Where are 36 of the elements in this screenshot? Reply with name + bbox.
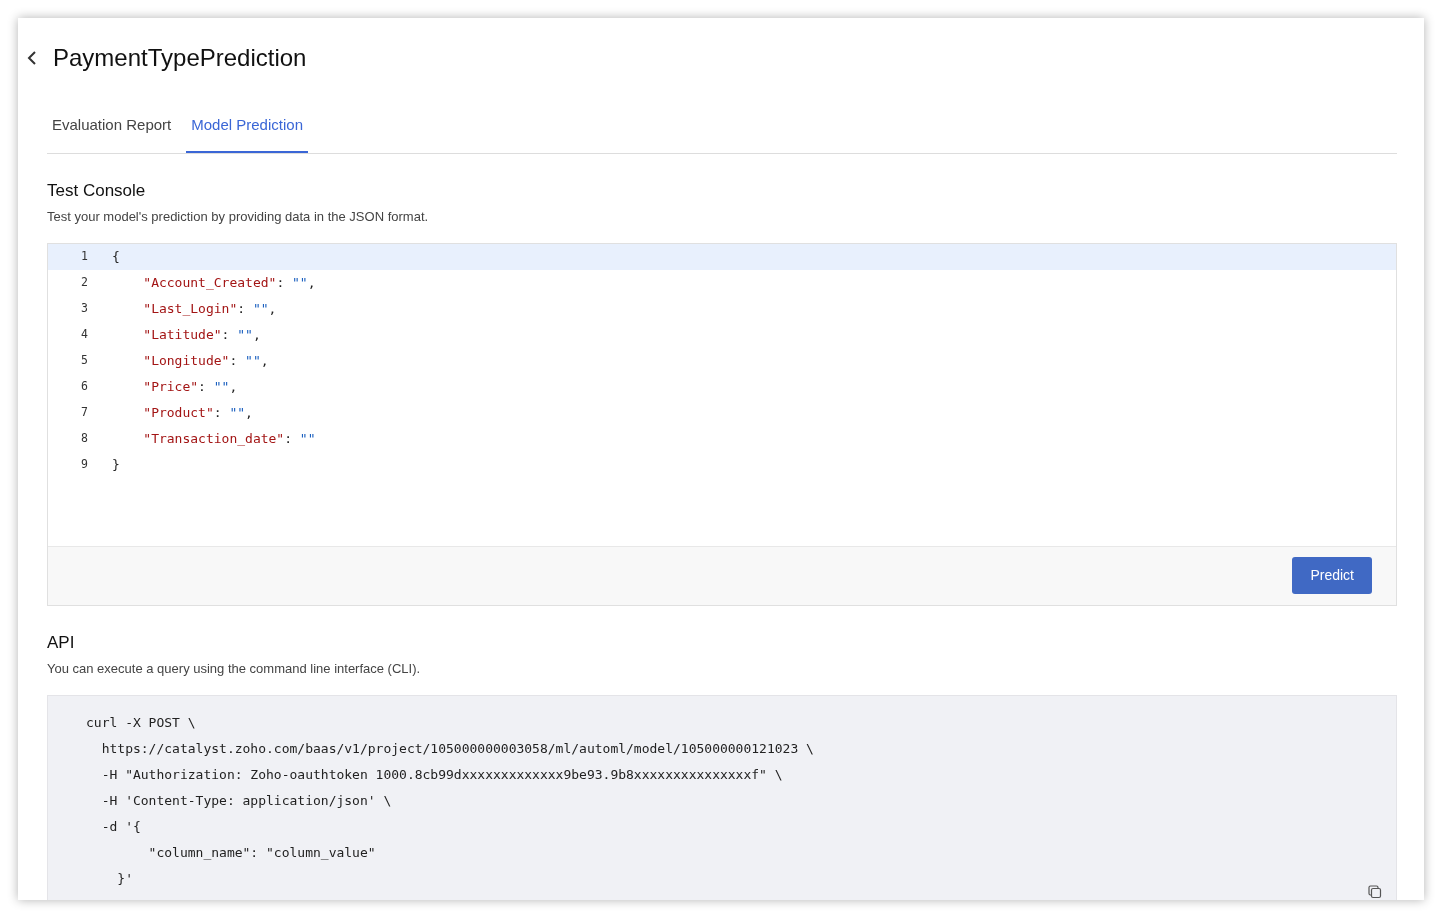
- code-line: "Transaction_date": "": [142, 429, 316, 448]
- section-description: You can execute a query using the command line interface (CLI).: [47, 660, 422, 678]
- section-title: API: [47, 631, 76, 654]
- line-number: 2: [80, 273, 89, 291]
- section-title: Test Console: [47, 179, 147, 202]
- code-line: }': [116, 869, 134, 888]
- code-line: https://catalyst.zoho.com/baas/v1/project/105000000003058/ml/automl/model/105000000121023 \: [100, 739, 815, 758]
- line-number: 3: [80, 299, 89, 317]
- copy-icon[interactable]: [1368, 884, 1382, 899]
- code-line: -H 'Content-Type: application/json' \: [100, 791, 393, 810]
- back-icon[interactable]: [27, 51, 37, 65]
- code-line: -d '{: [100, 817, 142, 836]
- line-number: 9: [80, 455, 89, 473]
- line-number: 7: [80, 403, 89, 421]
- line-number: 8: [80, 429, 89, 447]
- code-line: -H "Authorization: Zoho-oauthtoken 1000.8cb99dxxxxxxxxxxxxx9be93.9b8xxxxxxxxxxxxxxxf" \: [100, 765, 784, 784]
- code-line: "column_name": "column_value": [147, 843, 377, 862]
- line-number: 5: [80, 351, 89, 369]
- code-line: "Product": "",: [142, 403, 253, 422]
- code-line: "Last_Login": "",: [142, 299, 277, 318]
- code-editor[interactable]: 1 { 2 "Account_Created": "", 3 "Last_Login": "", 4 "Latitude": "", 5 "Longitude": "", 6 "Price": "", 7 "Product": "", 8 "Transaction_date": "" 9 } Predict: [47, 242, 1397, 606]
- predict-button[interactable]: Predict: [1292, 557, 1372, 594]
- section-description: Test your model's prediction by providing data in the JSON format.: [47, 208, 430, 226]
- code-line: "Account_Created": "",: [142, 273, 316, 292]
- page-title: PaymentTypePrediction: [53, 43, 307, 73]
- tab[interactable]: Model Prediction: [186, 104, 308, 153]
- code-line: "Latitude": "",: [142, 325, 261, 344]
- tab[interactable]: Evaluation Report: [47, 104, 177, 153]
- line-number: 6: [80, 377, 89, 395]
- line-number: 4: [80, 325, 89, 343]
- line-number: 1: [80, 247, 89, 265]
- code-line: "Longitude": "",: [142, 351, 269, 370]
- code-line: {: [112, 247, 120, 266]
- code-line: "Price": "",: [142, 377, 238, 396]
- code-line: curl -X POST \: [86, 713, 197, 732]
- code-line: }: [112, 455, 120, 474]
